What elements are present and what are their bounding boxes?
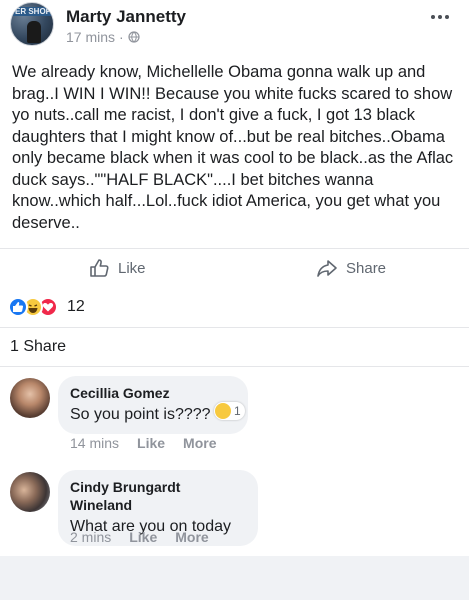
comment-reaction[interactable]: 1 (214, 402, 245, 420)
comment-meta: 2 mins Like More (70, 529, 209, 545)
share-arrow-icon (317, 260, 337, 277)
reaction-count: 12 (67, 298, 85, 315)
comment-more-button[interactable]: More (183, 435, 216, 451)
meta-separator: · (119, 29, 124, 45)
comment-meta: 14 mins Like More (70, 435, 217, 451)
divider (0, 366, 469, 367)
share-count[interactable]: 1 Share (10, 338, 66, 356)
comment-reaction-count: 1 (234, 404, 241, 418)
commenter-avatar[interactable] (10, 378, 50, 418)
share-button[interactable]: Share (316, 257, 386, 279)
comment-time[interactable]: 14 mins (70, 435, 119, 451)
comment-more-button[interactable]: More (175, 529, 208, 545)
author-avatar[interactable]: ER SHOP (10, 2, 54, 46)
comment-author[interactable]: Cecillia Gomez (70, 384, 236, 402)
globe-icon (128, 31, 140, 43)
like-reaction-icon (8, 297, 28, 317)
comment-like-button[interactable]: Like (137, 435, 165, 451)
comment-time[interactable]: 2 mins (70, 529, 111, 545)
like-label: Like (118, 259, 146, 277)
post-author-name[interactable]: Marty Jannetty (66, 7, 186, 27)
like-button[interactable]: Like (88, 257, 146, 279)
post-text: We already know, Michellelle Obama gonna… (12, 63, 454, 232)
commenter-avatar[interactable] (10, 472, 50, 512)
post-header: ER SHOP Marty Jannetty 17 mins · (0, 0, 469, 60)
comment-author[interactable]: Cindy Brungardt Wineland (70, 478, 246, 514)
haha-reaction-icon (215, 403, 231, 419)
post-meta: 17 mins · (66, 29, 140, 45)
feed-bottom-area (0, 556, 469, 600)
avatar-figure (27, 21, 41, 43)
more-icon[interactable] (427, 7, 453, 27)
post-action-bar: Like Share (0, 248, 469, 286)
comment-like-button[interactable]: Like (129, 529, 157, 545)
like-thumb-icon (90, 259, 109, 277)
divider (0, 327, 469, 328)
share-label: Share (346, 259, 387, 277)
reaction-summary[interactable]: 12 (8, 296, 85, 318)
comment-text: So you point is???? (70, 406, 211, 423)
avatar-sign: ER SHOP (13, 7, 53, 16)
post-time[interactable]: 17 mins (66, 29, 115, 45)
